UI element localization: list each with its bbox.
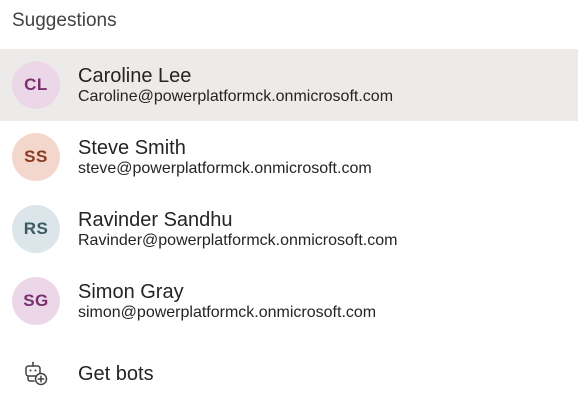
contact-name: Ravinder Sandhu — [78, 209, 233, 231]
suggestion-text: Steve Smith steve@powerplatformck.onmicr… — [78, 136, 372, 178]
contact-name: Simon Gray — [78, 281, 184, 303]
suggestions-panel: Suggestions CL Caroline Lee Caroline@pow… — [0, 0, 578, 404]
suggestions-list: CL Caroline Lee Caroline@powerplatformck… — [0, 49, 578, 337]
suggestion-text: Caroline Lee Caroline@powerplatformck.on… — [78, 64, 393, 106]
get-bots-label: Get bots — [78, 362, 154, 385]
avatar: CL — [12, 61, 60, 109]
suggestion-item-steve-smith[interactable]: SS Steve Smith steve@powerplatformck.onm… — [0, 121, 578, 193]
avatar: SG — [12, 277, 60, 325]
bot-add-icon — [22, 360, 50, 388]
suggestion-item-ravinder-sandhu[interactable]: RS Ravinder Sandhu Ravinder@powerplatfor… — [0, 193, 578, 265]
avatar: RS — [12, 205, 60, 253]
suggestion-item-simon-gray[interactable]: SG Simon Gray simon@powerplatformck.onmi… — [0, 265, 578, 337]
suggestion-item-caroline-lee[interactable]: CL Caroline Lee Caroline@powerplatformck… — [0, 49, 578, 121]
contact-name: Steve Smith — [78, 137, 186, 159]
contact-email: steve@powerplatformck.onmicrosoft.com — [78, 160, 372, 177]
suggestion-text: Simon Gray simon@powerplatformck.onmicro… — [78, 280, 376, 322]
get-bots-item[interactable]: Get bots — [0, 338, 578, 404]
contact-name: Caroline Lee — [78, 65, 192, 87]
contact-email: simon@powerplatformck.onmicrosoft.com — [78, 304, 377, 321]
contact-email: Ravinder@powerplatformck.onmicrosoft.com — [78, 232, 398, 249]
suggestions-header: Suggestions — [12, 10, 117, 31]
suggestion-text: Ravinder Sandhu Ravinder@powerplatformck… — [78, 208, 397, 250]
contact-email: Caroline@powerplatformck.onmicrosoft.com — [78, 88, 394, 105]
avatar: SS — [12, 133, 60, 181]
